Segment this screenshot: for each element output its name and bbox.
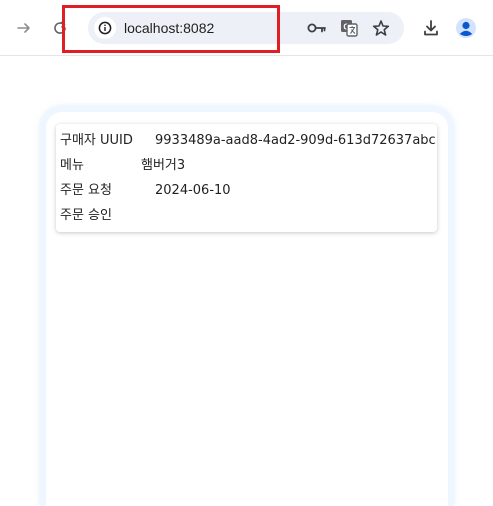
download-icon <box>424 20 438 36</box>
order-card: 구매자 UUID 9933489a-aad8-4ad2-909d-613d726… <box>56 124 437 232</box>
menu-value: 햄버거3 <box>141 158 186 173</box>
translate-button[interactable]: G <box>335 14 363 42</box>
menu-label: 메뉴 <box>60 158 84 173</box>
menu-row: 메뉴 햄버거3 <box>60 156 185 176</box>
star-icon <box>372 20 390 36</box>
arrow-right-icon <box>17 23 30 33</box>
translate-icon: G <box>341 20 358 37</box>
profile-icon <box>456 18 476 38</box>
key-icon <box>307 23 326 33</box>
order-request-value: 2024-06-10 <box>155 183 231 198</box>
buyer-uuid-value: 9933489a-aad8-4ad2-909d-613d72637abc <box>155 133 436 148</box>
order-approval-label: 주문 승인 <box>60 208 112 223</box>
buyer-uuid-label: 구매자 UUID <box>60 133 133 148</box>
downloads-button[interactable] <box>417 14 445 42</box>
browser-toolbar: localhost:8082 G <box>0 0 493 56</box>
url-highlight-box <box>62 5 280 53</box>
order-approval-row: 주문 승인 <box>60 206 112 226</box>
bookmark-button[interactable] <box>367 14 395 42</box>
profile-button[interactable] <box>452 14 480 42</box>
page-content: 구매자 UUID 9933489a-aad8-4ad2-909d-613d726… <box>0 56 493 506</box>
buyer-uuid-row: 구매자 UUID 9933489a-aad8-4ad2-909d-613d726… <box>60 131 436 151</box>
order-request-row: 주문 요청 2024-06-10 <box>60 181 231 201</box>
forward-button[interactable] <box>10 14 38 42</box>
order-request-label: 주문 요청 <box>60 183 112 198</box>
passwords-button[interactable] <box>303 14 331 42</box>
